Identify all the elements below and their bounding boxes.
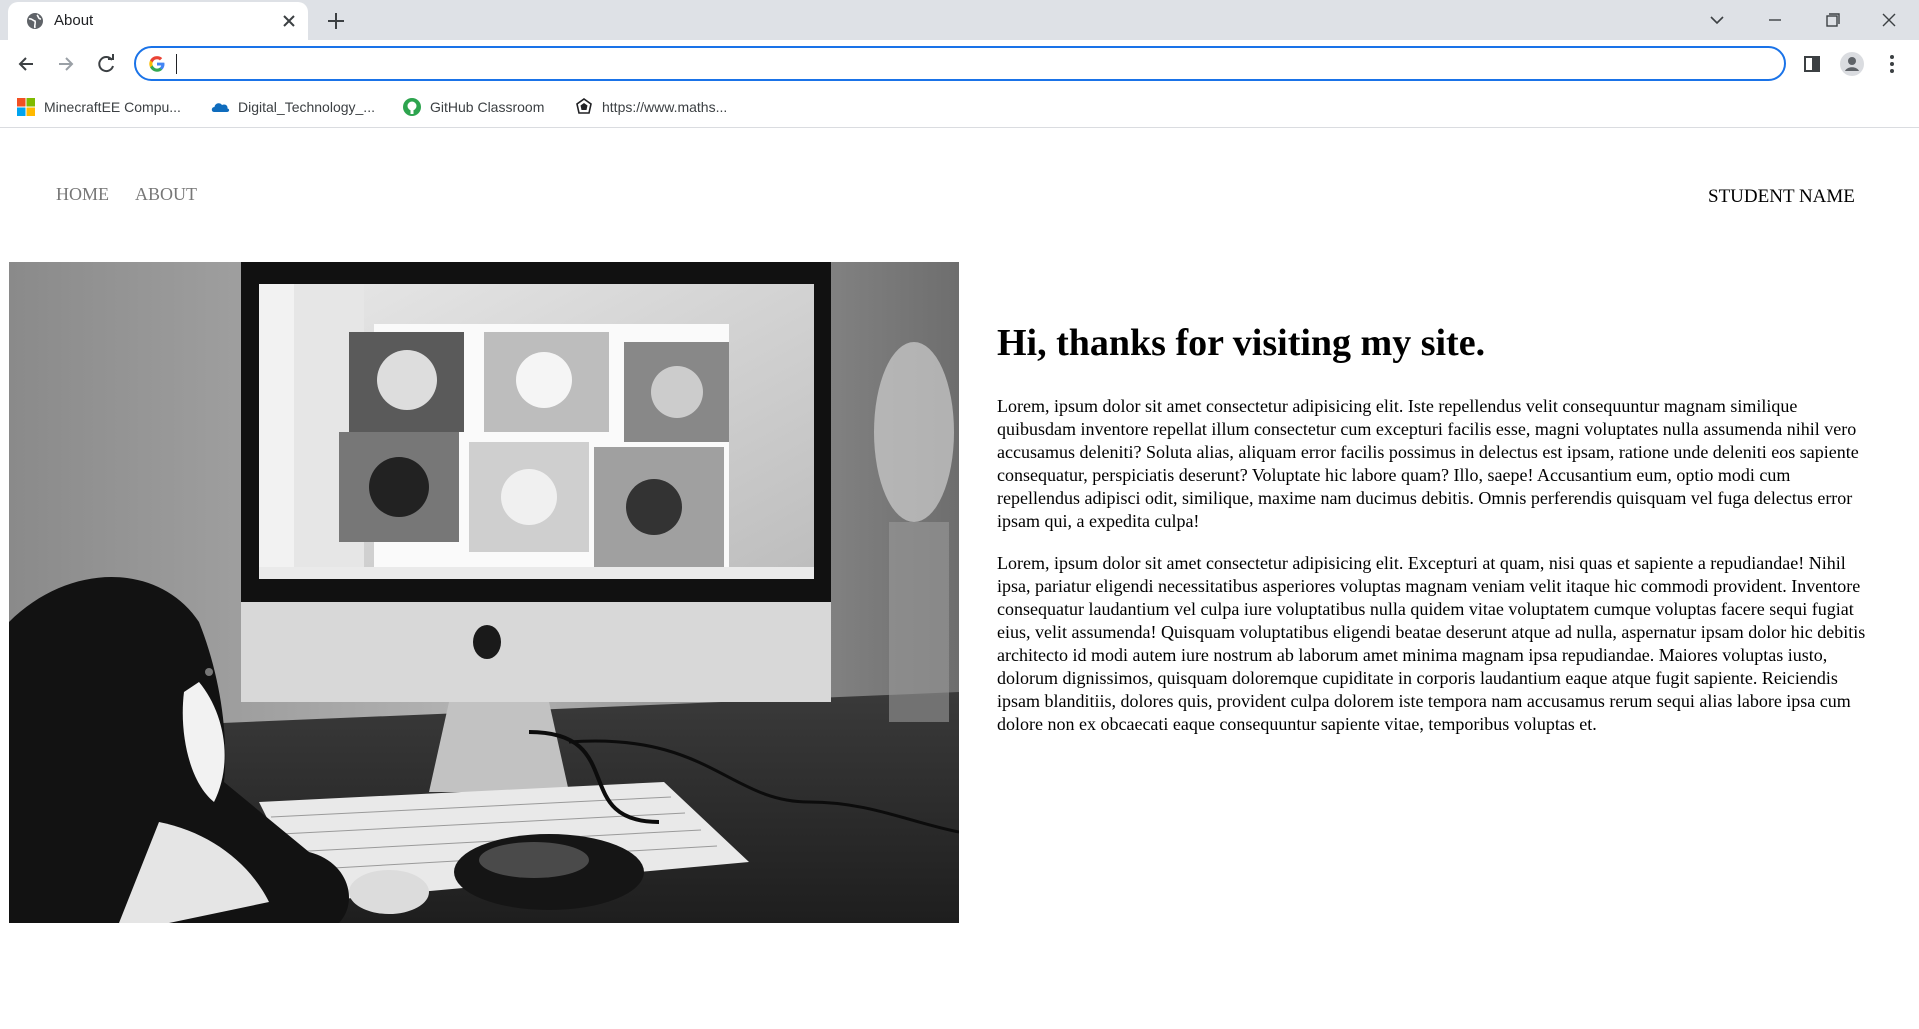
hero-image-cat-computer: [9, 262, 959, 923]
bookmark-label: GitHub Classroom: [430, 99, 545, 115]
nav-home-link[interactable]: HOME: [56, 184, 109, 205]
about-content: Hi, thanks for visiting my site. Lorem, …: [997, 322, 1873, 755]
student-name: STUDENT NAME: [1708, 186, 1855, 207]
bookmarks-bar: MinecraftEE Compu... Digital_Technology_…: [0, 87, 1919, 128]
bookmark-maths-site[interactable]: https://www.maths...: [574, 95, 727, 119]
kebab-menu-icon[interactable]: [1878, 50, 1906, 78]
site-favicon-icon: [576, 98, 592, 114]
bookmark-github-classroom[interactable]: GitHub Classroom: [402, 95, 544, 119]
browser-tab-about[interactable]: About: [8, 2, 308, 40]
nav-about-link[interactable]: ABOUT: [135, 184, 197, 205]
github-icon: [403, 98, 421, 116]
close-window-icon[interactable]: [1872, 6, 1906, 34]
browser-toolbar: [0, 40, 1919, 87]
back-arrow-icon[interactable]: [12, 50, 40, 78]
web-page: HOME ABOUT STUDENT NAME Hi, thanks for v…: [0, 128, 1919, 1029]
text-caret: [176, 54, 177, 74]
restore-icon[interactable]: [1815, 6, 1849, 34]
bookmark-digital-technology[interactable]: Digital_Technology_...: [210, 95, 375, 119]
page-headline: Hi, thanks for visiting my site.: [997, 322, 1486, 364]
site-nav: HOME ABOUT: [56, 184, 197, 205]
reload-icon[interactable]: [92, 50, 120, 78]
tab-search-chevron-icon[interactable]: [1700, 6, 1734, 34]
paragraph-1: Lorem, ipsum dolor sit amet consectetur …: [997, 395, 1859, 531]
minimize-icon[interactable]: [1758, 6, 1792, 34]
bookmark-minecraft[interactable]: MinecraftEE Compu...: [16, 95, 181, 119]
tab-title: About: [54, 12, 94, 29]
globe-icon: [27, 13, 43, 29]
new-tab-icon[interactable]: [323, 8, 349, 34]
address-bar[interactable]: [134, 46, 1786, 81]
close-tab-icon[interactable]: [278, 10, 300, 32]
microsoft-logo-icon: [17, 98, 35, 116]
forward-arrow-icon[interactable]: [52, 50, 80, 78]
paragraph-2: Lorem, ipsum dolor sit amet consectetur …: [997, 552, 1866, 734]
tab-strip: About: [0, 0, 1919, 40]
google-g-icon: [149, 56, 165, 72]
bookmark-label: MinecraftEE Compu...: [44, 99, 181, 115]
address-input[interactable]: [176, 51, 1760, 78]
side-panel-icon[interactable]: [1798, 50, 1826, 78]
bookmark-label: https://www.maths...: [602, 99, 728, 115]
bookmark-label: Digital_Technology_...: [238, 99, 375, 115]
hero-illustration: [9, 262, 959, 923]
onedrive-cloud-icon: [211, 103, 230, 112]
profile-avatar-icon[interactable]: [1838, 50, 1866, 78]
